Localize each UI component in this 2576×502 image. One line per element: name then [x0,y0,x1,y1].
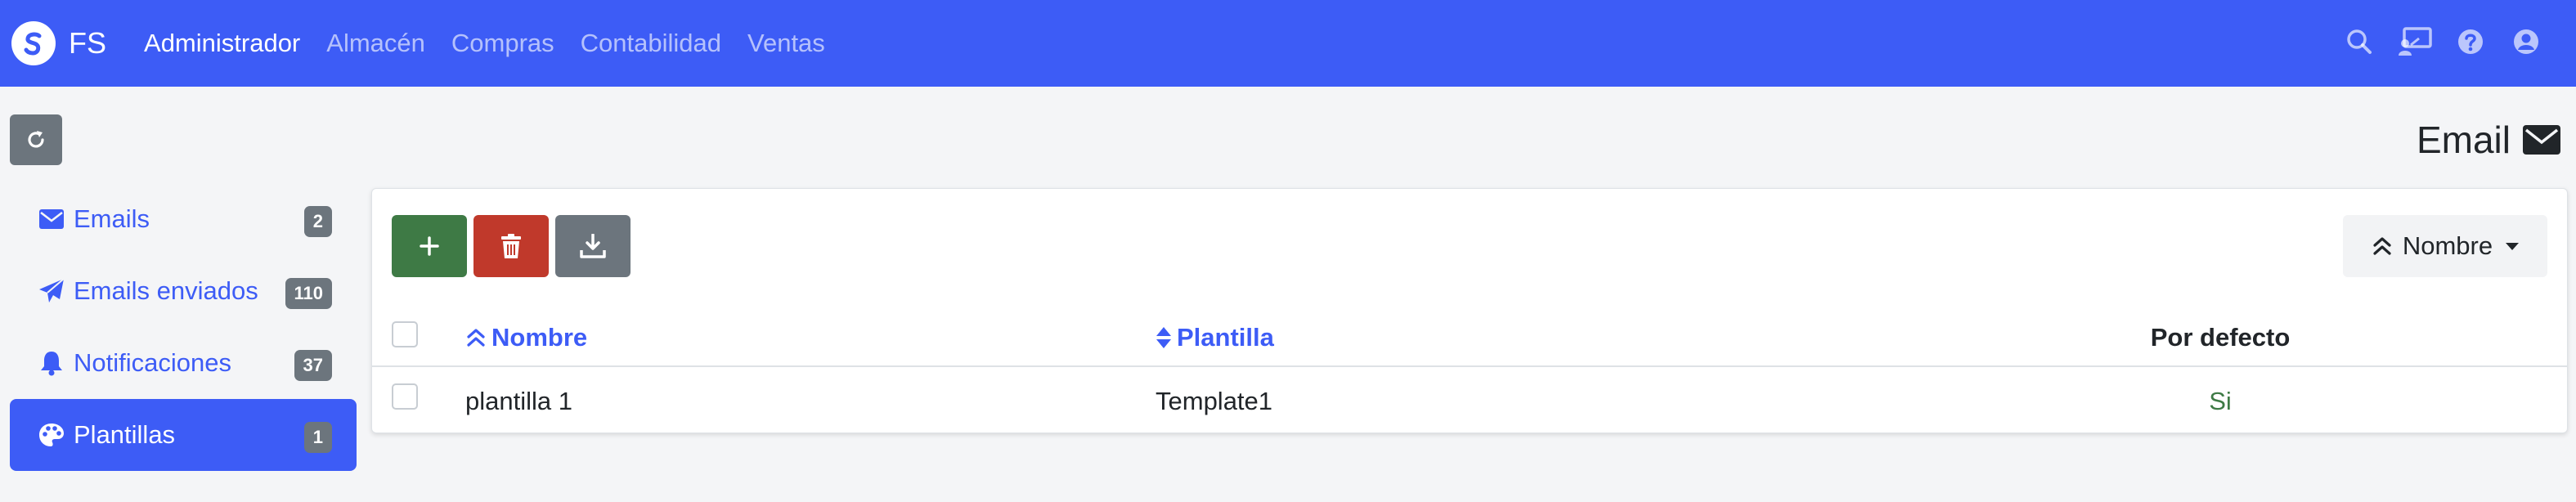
menu-item-compras[interactable]: Compras [451,29,554,58]
select-all-checkbox[interactable] [392,321,418,347]
toolbar [392,215,637,277]
count-badge: 2 [303,206,332,237]
sort-asc-icon [467,329,485,347]
envelope-icon [2523,125,2560,155]
table-row[interactable]: plantilla 1 Template1 Si [372,367,2567,434]
trash-icon [501,234,521,258]
sidebar-item-emails-enviados[interactable]: Emails enviados 110 [10,255,357,327]
delete-button[interactable] [473,215,549,277]
help-icon[interactable] [2450,21,2491,62]
bell-icon [38,349,65,377]
palette-icon [38,421,65,449]
plus-icon [420,236,439,256]
sidebar-item-notificaciones[interactable]: Notificaciones 37 [10,327,357,399]
count-badge: 110 [285,278,332,309]
column-header-label: Plantilla [1177,323,1274,352]
user-icon[interactable] [2506,21,2547,62]
sidebar-item-plantillas[interactable]: Plantillas 1 [10,399,357,471]
column-header-label: Nombre [491,323,588,352]
menu-item-ventas[interactable]: Ventas [747,29,825,58]
menu-item-almacen[interactable]: Almacén [326,29,425,58]
refresh-button[interactable] [10,114,62,165]
presentation-icon[interactable] [2394,21,2435,62]
column-header-nombre[interactable]: Nombre [465,323,587,352]
paper-plane-icon [38,277,65,305]
sidebar-item-label: Notificaciones [74,348,231,377]
sidebar-item-label: Emails enviados [74,276,258,305]
navbar-icons [2324,21,2547,62]
envelope-icon [38,205,65,233]
templates-card: Nombre Nombre Plantilla Por defecto plan… [371,188,2568,433]
add-button[interactable] [392,215,467,277]
cell-plantilla: Template1 [1156,387,1273,415]
sort-dropdown[interactable]: Nombre [2343,215,2547,277]
brand[interactable]: FS [11,21,106,65]
download-icon [580,234,606,258]
sort-asc-icon [2373,237,2391,255]
sidebar-item-label: Emails [74,204,150,233]
row-checkbox[interactable] [392,383,418,410]
sort-icon [1156,327,1171,348]
menu-item-administrador[interactable]: Administrador [144,29,300,58]
main-menu: Administrador Almacén Compras Contabilid… [144,29,851,58]
table-header: Nombre Plantilla Por defecto [372,303,2567,367]
cell-por-defecto: Si [2209,387,2232,415]
sidebar-item-emails[interactable]: Emails 2 [10,183,357,255]
menu-item-contabilidad[interactable]: Contabilidad [581,29,721,58]
download-button[interactable] [555,215,631,277]
sort-label: Nombre [2402,231,2493,260]
count-badge: 1 [303,422,332,453]
sidebar: Emails 2 Emails enviados 110 Notificacio… [10,183,357,471]
top-navbar: FS Administrador Almacén Compras Contabi… [0,0,2576,87]
cell-nombre[interactable]: plantilla 1 [465,387,572,416]
brand-text: FS [69,26,107,60]
page-title: Email [2417,114,2561,165]
page-title-text: Email [2416,119,2511,161]
column-header-plantilla[interactable]: Plantilla [1156,323,1274,352]
chevron-down-icon [2506,242,2520,250]
column-header-por-defecto: Por defecto [2114,323,2327,352]
brand-logo-icon [11,21,56,65]
count-badge: 37 [294,350,332,381]
search-icon[interactable] [2339,21,2380,62]
column-header-label: Por defecto [2150,323,2291,352]
refresh-icon [28,131,44,148]
sidebar-item-label: Plantillas [74,420,176,449]
